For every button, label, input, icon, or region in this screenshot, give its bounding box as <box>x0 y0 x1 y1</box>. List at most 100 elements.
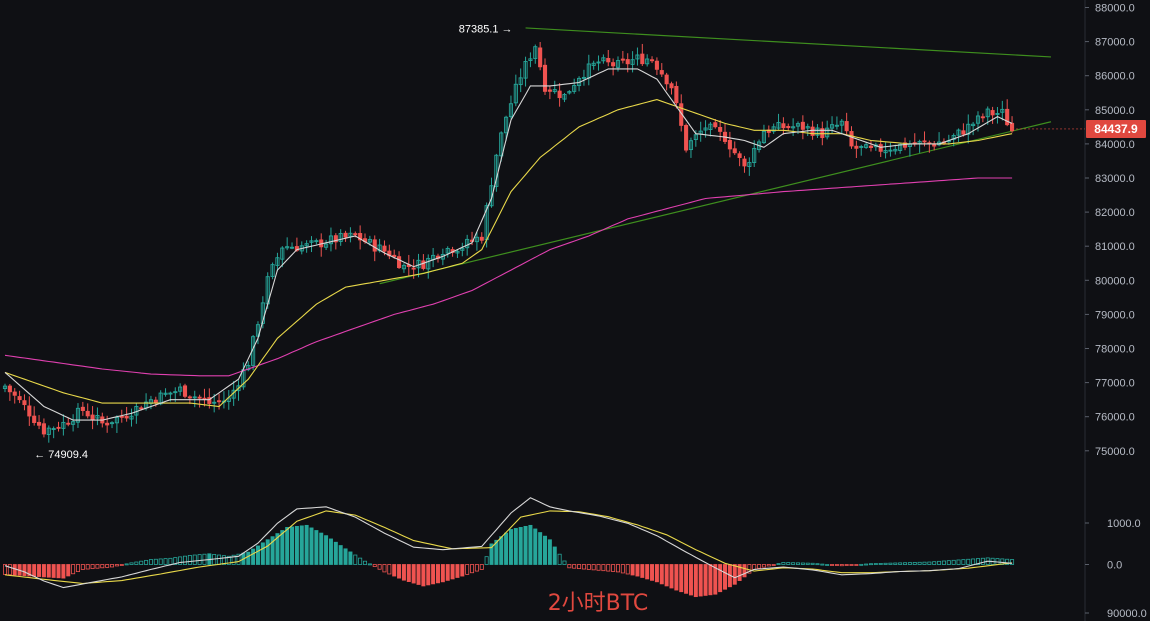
candle-body <box>606 57 611 63</box>
price-tick-label: 87000.0 <box>1095 37 1135 49</box>
macd-histogram-bar <box>440 564 445 583</box>
macd-histogram-bar <box>304 524 309 565</box>
macd-histogram-bar <box>513 528 518 565</box>
macd-histogram-bar <box>294 525 299 565</box>
candle-body <box>878 144 883 152</box>
macd-histogram-bar <box>552 546 557 565</box>
price-tick-label: 77000.0 <box>1095 378 1135 390</box>
price-tick-label: 82000.0 <box>1095 207 1135 219</box>
price-tick-label: 83000.0 <box>1095 173 1135 185</box>
candle-body <box>353 233 358 236</box>
macd-histogram-bar <box>338 545 343 565</box>
candle-body <box>397 256 402 269</box>
macd-histogram-bar <box>421 564 426 587</box>
macd-histogram-bar <box>547 539 552 565</box>
macd-histogram-bar <box>654 564 659 583</box>
macd-histogram-bar <box>528 524 533 565</box>
candle-body <box>182 385 188 397</box>
macd-histogram-bar <box>718 564 723 593</box>
macd-histogram-bar <box>635 564 640 577</box>
macd-histogram-bar <box>46 564 51 578</box>
candle-body <box>727 139 732 150</box>
macd-histogram-bar <box>299 525 304 565</box>
macd-histogram-bar <box>703 564 708 596</box>
macd-histogram-bar <box>416 564 421 585</box>
candle-body <box>620 58 625 61</box>
macd-histogram-bar <box>679 564 684 593</box>
macd-histogram-bar <box>688 564 693 596</box>
candle-body <box>27 405 32 417</box>
macd-histogram-bar <box>314 530 319 565</box>
macd-tick-label: 0.0 <box>1107 560 1122 572</box>
macd-histogram-bar <box>460 564 465 577</box>
candle-body <box>786 125 791 129</box>
high-price-label: 87385.1 → <box>459 23 513 35</box>
price-tick-label: 85000.0 <box>1095 105 1135 117</box>
candle-body <box>611 62 616 67</box>
candle-body <box>625 59 630 65</box>
chart-title: 2小时BTC <box>548 591 649 616</box>
macd-histogram-bar <box>411 564 416 584</box>
macd-histogram-bar <box>343 548 348 565</box>
macd-histogram-bar <box>533 528 538 565</box>
macd-histogram-bar <box>265 539 270 565</box>
macd-histogram-bar <box>348 551 353 565</box>
low-price-label: ← 74909.4 <box>34 449 88 461</box>
candle-body <box>980 116 985 119</box>
candle-body <box>139 407 144 410</box>
candle-body <box>411 267 416 270</box>
candle-body <box>640 53 645 65</box>
macd-histogram-bar <box>674 564 679 591</box>
macd-histogram-bar <box>435 564 440 584</box>
macd-histogram-bar <box>669 564 674 589</box>
candle-body <box>713 122 718 128</box>
candle-body <box>56 426 61 429</box>
candle-body <box>718 126 723 132</box>
candle-body <box>732 148 737 154</box>
macd-histogram-bar <box>22 564 27 577</box>
macd-histogram-bar <box>664 564 669 587</box>
macd-histogram-bar <box>693 564 698 598</box>
candle-body <box>542 64 548 92</box>
macd-histogram-bar <box>455 564 460 578</box>
candle-body <box>202 397 207 400</box>
candle-body <box>854 145 859 149</box>
candle-body <box>1005 108 1010 126</box>
macd-histogram-bar <box>630 564 635 576</box>
candle-body <box>372 239 377 252</box>
candle-body <box>538 47 543 68</box>
macd-histogram-bar <box>246 551 251 565</box>
price-tick-label: 76000.0 <box>1095 412 1135 424</box>
price-tick-label: 81000.0 <box>1095 241 1135 253</box>
candle-body <box>659 70 664 75</box>
candle-body <box>479 236 484 241</box>
macd-histogram-bar <box>518 527 523 565</box>
macd-histogram-bar <box>319 532 324 565</box>
btc-2h-candlestick-chart[interactable]: 88000.0 87000.0 86000.0 85000.0 84000.0 83000… <box>0 0 1150 621</box>
candle-body <box>922 140 927 143</box>
candle-body <box>12 391 17 396</box>
candle-body <box>674 85 679 104</box>
current-price-value: 84437.9 <box>1094 122 1138 136</box>
candle-body <box>664 74 669 85</box>
candle-body <box>392 254 397 258</box>
macd-histogram-bar <box>255 545 260 565</box>
price-tick-label: 75000.0 <box>1095 446 1135 458</box>
macd-histogram-bar <box>32 564 37 577</box>
candle-body <box>90 414 95 420</box>
candle-body <box>800 121 805 130</box>
candle-body <box>1010 122 1015 132</box>
candle-body <box>17 396 22 401</box>
candle-body <box>197 396 202 399</box>
candle-body <box>421 260 426 269</box>
macd-histogram-bar <box>445 564 450 581</box>
chart-canvas[interactable]: 88000.0 87000.0 86000.0 85000.0 84000.0 83000… <box>0 0 1150 621</box>
price-tick-label: 88000.0 <box>1095 3 1135 15</box>
candle-body <box>961 130 966 135</box>
macd-histogram-bar <box>51 564 56 578</box>
candle-body <box>654 60 659 70</box>
candle-body <box>557 90 562 99</box>
macd-histogram-bar <box>508 529 513 565</box>
candle-body <box>80 406 85 411</box>
macd-histogram-bar <box>392 564 397 577</box>
